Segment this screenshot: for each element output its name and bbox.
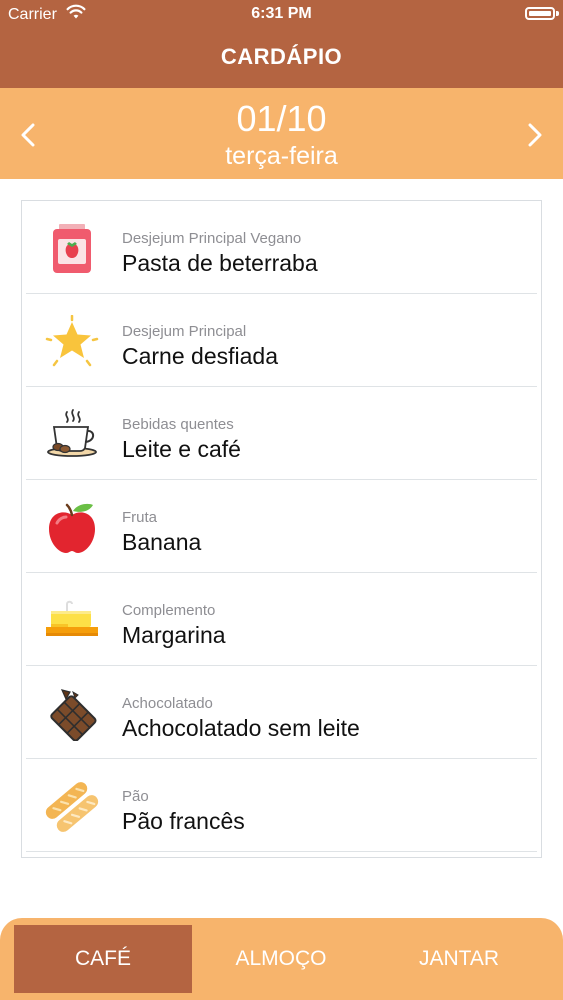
category-label: Pão (122, 788, 149, 805)
current-date: 01/10 (236, 98, 327, 139)
list-item[interactable]: Complemento Margarina (26, 573, 537, 666)
item-name: Banana (122, 529, 202, 555)
apple-icon (49, 503, 95, 553)
category-label: Complemento (122, 602, 216, 619)
current-weekday: terça-feira (225, 142, 338, 170)
app-header: Carrier 6:31 PM CARDÁPIO (0, 0, 563, 88)
date-navigator: 01/10 terça-feira (0, 88, 563, 179)
list-item[interactable]: Desjejum Principal Vegano Pasta de beter… (26, 201, 537, 294)
item-name: Pasta de beterraba (122, 250, 318, 276)
coffee-cup-icon (47, 409, 97, 457)
category-label: Achocolatado (122, 695, 213, 712)
tab-cafe[interactable]: CAFÉ (14, 925, 192, 993)
menu-list: Desjejum Principal Vegano Pasta de beter… (21, 200, 542, 858)
jam-jar-icon (53, 224, 91, 273)
category-label: Bebidas quentes (122, 416, 234, 433)
list-item[interactable]: Desjejum Principal Carne desfiada (26, 294, 537, 387)
list-item[interactable]: Bebidas quentes Leite e café (26, 387, 537, 480)
tab-jantar[interactable]: JANTAR (370, 925, 548, 993)
item-name: Leite e café (122, 436, 241, 462)
item-name: Carne desfiada (122, 343, 278, 369)
item-name: Pão francês (122, 808, 245, 834)
list-item[interactable]: Achocolatado Achocolatado sem leite (26, 666, 537, 759)
category-label: Desjejum Principal (122, 323, 247, 340)
item-name: Achocolatado sem leite (122, 715, 360, 741)
battery-icon (525, 7, 555, 20)
chocolate-bar-icon (50, 689, 97, 741)
clock: 6:31 PM (251, 5, 312, 22)
tab-almoco[interactable]: ALMOÇO (192, 925, 370, 993)
status-bar: Carrier 6:31 PM (0, 0, 563, 30)
butter-icon (46, 600, 98, 636)
star-icon (45, 315, 99, 367)
category-label: Fruta (122, 509, 158, 526)
item-name: Margarina (122, 622, 226, 648)
page-title: CARDÁPIO (220, 44, 343, 69)
list-item[interactable]: Pão Pão francês (26, 759, 537, 852)
list-item[interactable]: Fruta Banana (26, 480, 537, 573)
bread-icon (45, 782, 99, 832)
category-label: Desjejum Principal Vegano (122, 230, 302, 247)
meal-tab-bar: CAFÉ ALMOÇO JANTAR (0, 918, 563, 1000)
chevron-right-icon[interactable] (519, 120, 549, 150)
